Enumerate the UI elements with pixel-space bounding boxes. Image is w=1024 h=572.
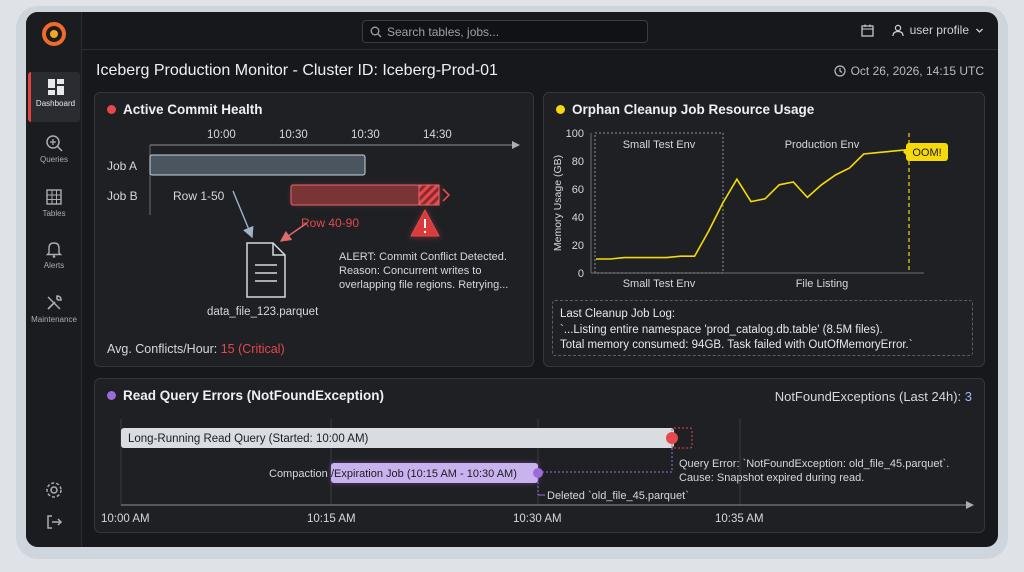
- app-logo-icon[interactable]: [40, 20, 68, 48]
- cleanup-job-log: Last Cleanup Job Log: `...Listing entire…: [552, 300, 973, 356]
- query-error-point[interactable]: [666, 432, 678, 444]
- read-query-errors-panel: Read Query Errors (NotFoundException) No…: [94, 378, 985, 533]
- tick-label: 10:00 AM: [101, 513, 150, 525]
- search-placeholder: Search tables, jobs...: [387, 25, 500, 39]
- timestamp: Oct 26, 2026, 14:15 UTC: [833, 64, 984, 78]
- expiration-job-label: /Expiration Job (10:15 AM - 10:30 AM): [331, 468, 517, 480]
- alert-text-line: overlapping file regions. Retrying...: [339, 279, 508, 291]
- sidebar-item-label: Queries: [39, 155, 68, 164]
- sidebar-item-queries[interactable]: Queries: [28, 128, 80, 178]
- table-icon: [46, 189, 62, 205]
- search-icon: [370, 26, 382, 38]
- query-error-timeline: Long-Running Read Query (Started: 10:00 …: [101, 419, 974, 525]
- search-input[interactable]: Search tables, jobs...: [362, 20, 648, 43]
- calendar-icon[interactable]: [861, 24, 874, 37]
- alert-text-line: ALERT: Commit Conflict Detected.: [339, 251, 507, 263]
- user-area: user profile: [861, 23, 984, 37]
- sidebar-item-tables[interactable]: Tables: [28, 182, 80, 232]
- y-tick-label: 100: [566, 128, 584, 140]
- x-tick-label: File Listing: [796, 278, 849, 290]
- deleted-note: Deleted `old_file_45.parquet`: [547, 490, 689, 502]
- job-a-label: Job A: [107, 159, 137, 173]
- file-icon[interactable]: [246, 242, 286, 298]
- avg-conflicts-label: Avg. Conflicts/Hour:: [107, 342, 218, 356]
- error-line: Cause: Snapshot expired during read.: [679, 472, 864, 484]
- tick-label: 10:30: [351, 129, 380, 141]
- y-tick-label: 20: [572, 240, 584, 252]
- bell-icon: [45, 242, 63, 258]
- region-label-prod: Production Env: [785, 139, 860, 151]
- y-tick-label: 80: [572, 156, 584, 168]
- orphan-cleanup-panel: Orphan Cleanup Job Resource Usage Memory…: [543, 92, 985, 367]
- clock-icon: [833, 65, 846, 77]
- settings-icon[interactable]: [45, 481, 63, 499]
- wrench-icon: [47, 295, 62, 310]
- oom-badge: OOM!: [903, 143, 948, 161]
- log-line: `...Listing entire namespace 'prod_catal…: [560, 323, 883, 336]
- commit-health-panel: Active Commit Health 10:00 10:30 10:30 1…: [94, 92, 534, 367]
- page-title: Iceberg Production Monitor - Cluster ID:…: [96, 62, 498, 79]
- tick-label: 10:30 AM: [513, 513, 562, 525]
- search-plus-icon: [46, 135, 63, 152]
- sidebar-item-maintenance[interactable]: Maintenance: [28, 288, 80, 338]
- row-a-label: Row 1-50: [173, 189, 225, 203]
- y-tick-label: 40: [572, 212, 584, 224]
- expiration-endpoint: [533, 468, 543, 478]
- job-b-label: Job B: [107, 189, 138, 203]
- compaction-label: Compaction: [269, 468, 328, 480]
- job-b-conflict-segment: [418, 184, 440, 206]
- row-b-label: Row 40-90: [301, 216, 359, 230]
- avg-conflicts: Avg. Conflicts/Hour: 15 (Critical): [107, 342, 285, 356]
- log-line: Total memory consumed: 94GB. Task failed…: [560, 339, 913, 351]
- sidebar: Dashboard Queries Tables Alerts Maintena…: [26, 12, 82, 547]
- file-name: data_file_123.parquet: [207, 306, 319, 318]
- chevron-right-icon: [442, 188, 451, 202]
- small-test-env-region: [594, 132, 724, 274]
- alert-text-line: Reason: Concurrent writes to: [339, 265, 481, 277]
- chevron-down-icon[interactable]: [975, 26, 984, 35]
- error-line: Query Error: `NotFoundException: old_fil…: [679, 458, 949, 470]
- sidebar-item-label: Alerts: [43, 261, 65, 270]
- tick-label: 10:15 AM: [307, 513, 356, 525]
- logout-icon[interactable]: [45, 513, 63, 531]
- job-a-bar[interactable]: [149, 154, 366, 176]
- tick-label: 10:35 AM: [715, 513, 764, 525]
- sidebar-item-dashboard[interactable]: Dashboard: [28, 72, 80, 122]
- arrow-job-b-to-file: [279, 222, 308, 242]
- tick-label: 14:30: [423, 129, 452, 141]
- log-title: Last Cleanup Job Log:: [560, 308, 676, 320]
- tick-label: 10:00: [207, 129, 236, 141]
- top-bar: Search tables, jobs... user profile: [82, 12, 998, 50]
- memory-series-line: [596, 149, 907, 260]
- y-tick-label: 60: [572, 184, 584, 196]
- tick-label: 10:30: [279, 129, 308, 141]
- user-profile-menu[interactable]: user profile: [910, 23, 969, 37]
- job-b-bar[interactable]: [290, 184, 420, 206]
- oom-label: OOM!: [912, 147, 941, 159]
- region-label-small: Small Test Env: [623, 139, 696, 151]
- avg-conflicts-value: 15 (Critical): [220, 342, 285, 356]
- y-axis-label: Memory Usage (GB): [552, 155, 564, 251]
- sidebar-item-label: Dashboard: [35, 99, 76, 108]
- user-icon: [892, 24, 904, 36]
- commit-timeline: 10:00 10:30 10:30 14:30 Job A Job B Row …: [107, 129, 520, 318]
- warning-icon: [409, 208, 441, 238]
- sidebar-item-label: Tables: [42, 209, 66, 218]
- sidebar-item-label: Maintenance: [31, 315, 77, 324]
- dashboard-icon: [47, 79, 64, 95]
- timestamp-text: Oct 26, 2026, 14:15 UTC: [850, 64, 984, 78]
- app-window: Dashboard Queries Tables Alerts Maintena…: [26, 12, 998, 547]
- x-tick-label: Small Test Env: [623, 278, 696, 290]
- sidebar-item-alerts[interactable]: Alerts: [28, 234, 80, 284]
- y-tick-label: 0: [578, 268, 584, 280]
- long-query-label: Long-Running Read Query (Started: 10:00 …: [128, 433, 369, 445]
- arrow-job-a-to-file: [232, 190, 254, 239]
